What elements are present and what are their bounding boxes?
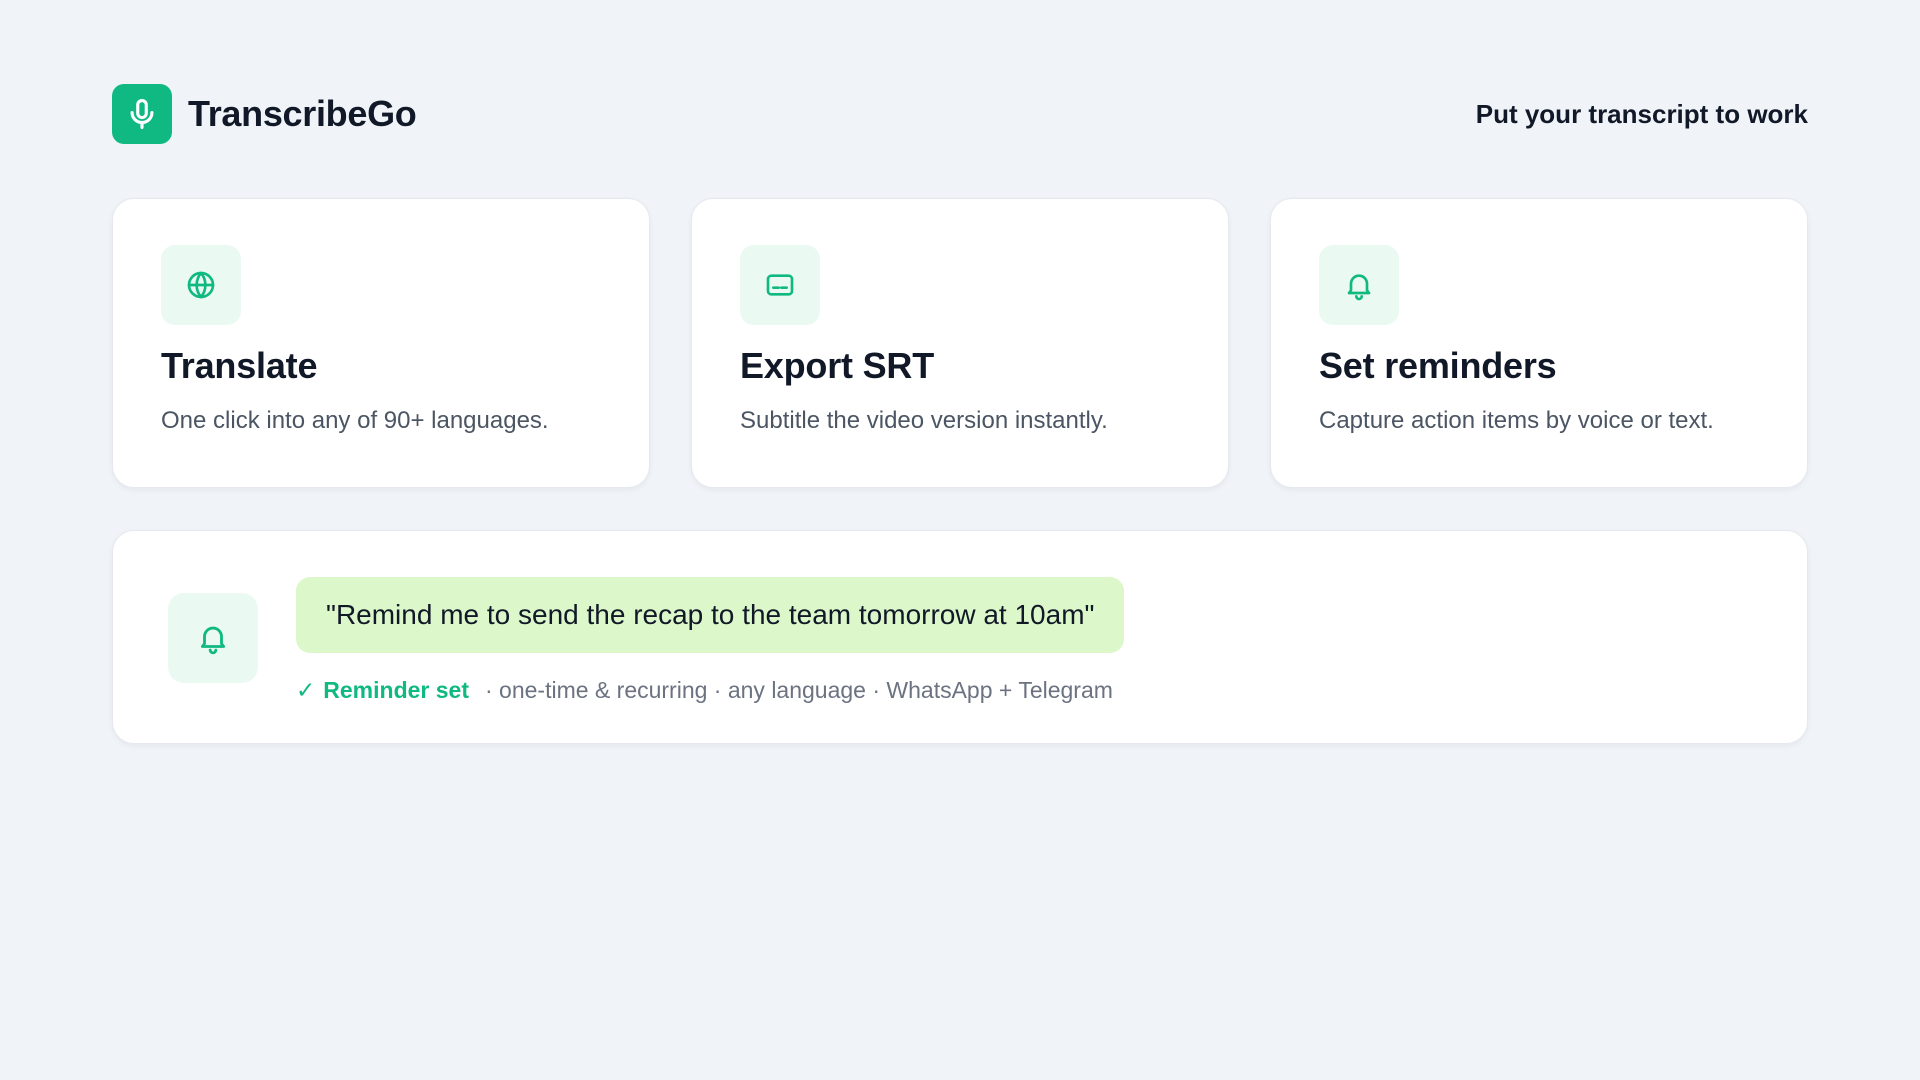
- feature-card-translate[interactable]: Translate One click into any of 90+ lang…: [112, 198, 650, 488]
- subtitles-icon: [740, 245, 820, 325]
- brand-name: TranscribeGo: [188, 93, 417, 134]
- status-badge: ✓ Reminder set: [296, 677, 469, 704]
- bell-icon: [1319, 245, 1399, 325]
- card-title: Translate: [161, 345, 318, 386]
- bell-icon: [168, 593, 258, 683]
- brand[interactable]: TranscribeGo: [112, 84, 417, 144]
- card-description: One click into any of 90+ languages.: [161, 407, 549, 434]
- globe-icon: [161, 245, 241, 325]
- reminder-details: · one-time & recurring · any language · …: [485, 676, 1113, 703]
- page: TranscribeGo Put your transcript to work…: [0, 0, 1920, 1080]
- feature-card-export-srt[interactable]: Export SRT Subtitle the video version in…: [691, 198, 1229, 488]
- reminder-panel: "Remind me to send the recap to the team…: [112, 530, 1808, 744]
- header: TranscribeGo Put your transcript to work: [112, 84, 1808, 144]
- card-description: Capture action items by voice or text.: [1319, 407, 1714, 434]
- feature-cards: Translate One click into any of 90+ lang…: [112, 198, 1808, 488]
- card-title: Set reminders: [1319, 345, 1557, 386]
- microphone-icon: [112, 84, 172, 144]
- status-label: Reminder set: [323, 676, 469, 703]
- feature-card-set-reminders[interactable]: Set reminders Capture action items by vo…: [1270, 198, 1808, 488]
- checkmark-icon: ✓: [296, 676, 316, 703]
- reminder-message-bubble: "Remind me to send the recap to the team…: [296, 577, 1125, 653]
- card-title: Export SRT: [740, 345, 935, 386]
- card-description: Subtitle the video version instantly.: [740, 407, 1108, 434]
- reminder-meta: ✓ Reminder set · one-time & recurring · a…: [296, 673, 1113, 707]
- header-tagline: Put your transcript to work: [1475, 98, 1808, 129]
